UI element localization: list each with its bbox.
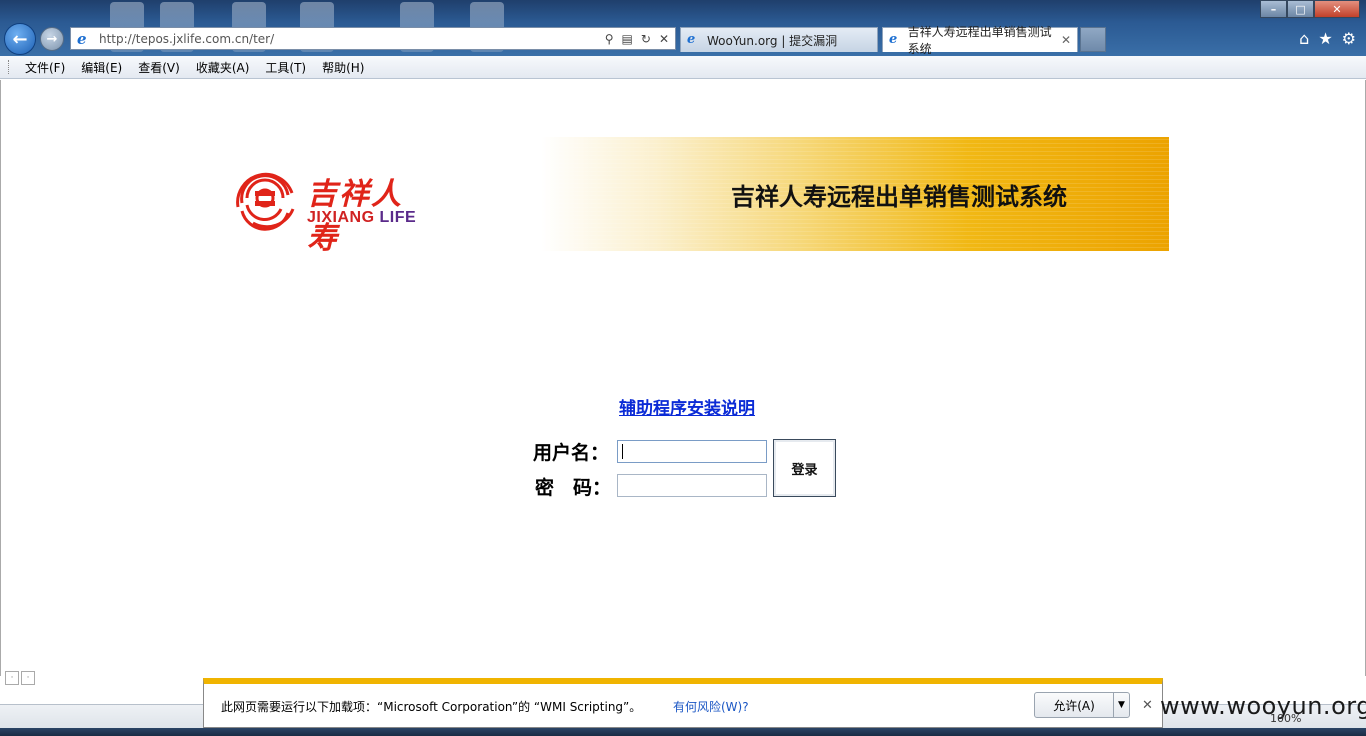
page-title: 吉祥人寿远程出单销售测试系统 (731, 183, 1067, 211)
tab-wooyun[interactable]: e WooYun.org | 提交漏洞 (680, 27, 878, 52)
close-window-button[interactable]: ✕ (1314, 0, 1360, 18)
dropdown-arrow-icon[interactable]: ▼ (1113, 693, 1129, 717)
zoom-level[interactable]: 100% (1270, 712, 1301, 725)
new-tab-button[interactable] (1080, 27, 1106, 52)
username-input[interactable] (617, 440, 767, 463)
text-caret (622, 444, 623, 459)
notification-message: 此网页需要运行以下加载项：“Microsoft Corporation”的 “W… (221, 700, 642, 714)
watermark: www.wooyun.org (1160, 692, 1366, 720)
menu-tools[interactable]: 工具(T) (257, 59, 314, 76)
gear-icon[interactable]: ⚙ (1342, 29, 1356, 48)
home-icon[interactable]: ⌂ (1299, 29, 1309, 48)
address-bar[interactable]: e http://tepos.jxlife.com.cn/ter/ ⚲ ▤ ↻ … (70, 27, 676, 50)
corner-dot: · (21, 671, 35, 685)
search-icon[interactable]: ⚲ (605, 32, 614, 46)
header-banner: 吉祥人寿远程出单销售测试系统 (541, 137, 1169, 251)
logo-en-life: LIFE (379, 209, 417, 226)
browser-icons: ⌂ ★ ⚙ (1299, 29, 1356, 48)
ie-icon: e (889, 32, 898, 47)
risk-info-link[interactable]: 有何风险(W)? (673, 698, 749, 715)
password-input[interactable] (617, 474, 767, 497)
close-tab-icon[interactable]: ✕ (1061, 33, 1071, 47)
fingerprint-logo-icon (236, 172, 295, 231)
tab-label: WooYun.org | 提交漏洞 (707, 33, 838, 48)
forward-button[interactable]: → (40, 27, 64, 51)
allow-button-label[interactable]: 允许(A) (1035, 693, 1113, 717)
corner-dot: · (5, 671, 19, 685)
installation-help-link[interactable]: 辅助程序安装说明 (619, 394, 755, 419)
maximize-button[interactable]: □ (1287, 0, 1314, 18)
taskbar (0, 728, 1366, 736)
password-label: 密 码： (535, 477, 612, 499)
page-corner-controls: · · (5, 671, 35, 685)
page-content: 吉祥人寿 JIXIANG LIFE 吉祥人寿远程出单销售测试系统 辅助程序安装说… (0, 80, 1366, 685)
menu-favorites[interactable]: 收藏夹(A) (188, 59, 258, 76)
arrow-right-icon: → (46, 31, 58, 47)
allow-button[interactable]: 允许(A) ▼ (1034, 692, 1130, 718)
arrow-left-icon: ← (12, 28, 28, 50)
login-button[interactable]: 登录 (773, 439, 836, 497)
browser-toolbar: ← → e http://tepos.jxlife.com.cn/ter/ ⚲ … (0, 0, 1366, 56)
jixiang-logo: 吉祥人寿 JIXIANG LIFE (231, 165, 431, 256)
refresh-icon[interactable]: ↻ (641, 32, 651, 46)
username-label: 用户名： (533, 442, 610, 464)
ie-icon: e (77, 29, 87, 48)
menu-view[interactable]: 查看(V) (130, 59, 188, 76)
addon-notification-bar: 此网页需要运行以下加载项：“Microsoft Corporation”的 “W… (203, 678, 1163, 728)
menu-bar: 文件(F) 编辑(E) 查看(V) 收藏夹(A) 工具(T) 帮助(H) (0, 56, 1366, 79)
menu-help[interactable]: 帮助(H) (314, 59, 372, 76)
tab-jixiang[interactable]: e 吉祥人寿远程出单销售测试系统 ✕ (882, 25, 1078, 56)
ie-icon: e (687, 32, 696, 47)
menu-grip (8, 60, 11, 74)
minimize-button[interactable]: – (1260, 0, 1287, 18)
url-text[interactable]: http://tepos.jxlife.com.cn/ter/ (99, 32, 605, 46)
logo-english-text: JIXIANG LIFE (307, 209, 416, 227)
menu-file[interactable]: 文件(F) (17, 59, 73, 76)
back-button[interactable]: ← (4, 23, 36, 55)
screen: ← → e http://tepos.jxlife.com.cn/ter/ ⚲ … (0, 0, 1366, 736)
close-icon[interactable]: ✕ (1142, 698, 1153, 713)
favorites-star-icon[interactable]: ★ (1318, 29, 1332, 48)
tab-label: 吉祥人寿远程出单销售测试系统 (907, 25, 1052, 56)
stop-icon[interactable]: ✕ (659, 32, 669, 46)
window-controls: – □ ✕ (1260, 0, 1360, 18)
menu-edit[interactable]: 编辑(E) (73, 59, 130, 76)
compat-view-icon[interactable]: ▤ (622, 32, 633, 46)
logo-en-main: JIXIANG (307, 209, 380, 226)
